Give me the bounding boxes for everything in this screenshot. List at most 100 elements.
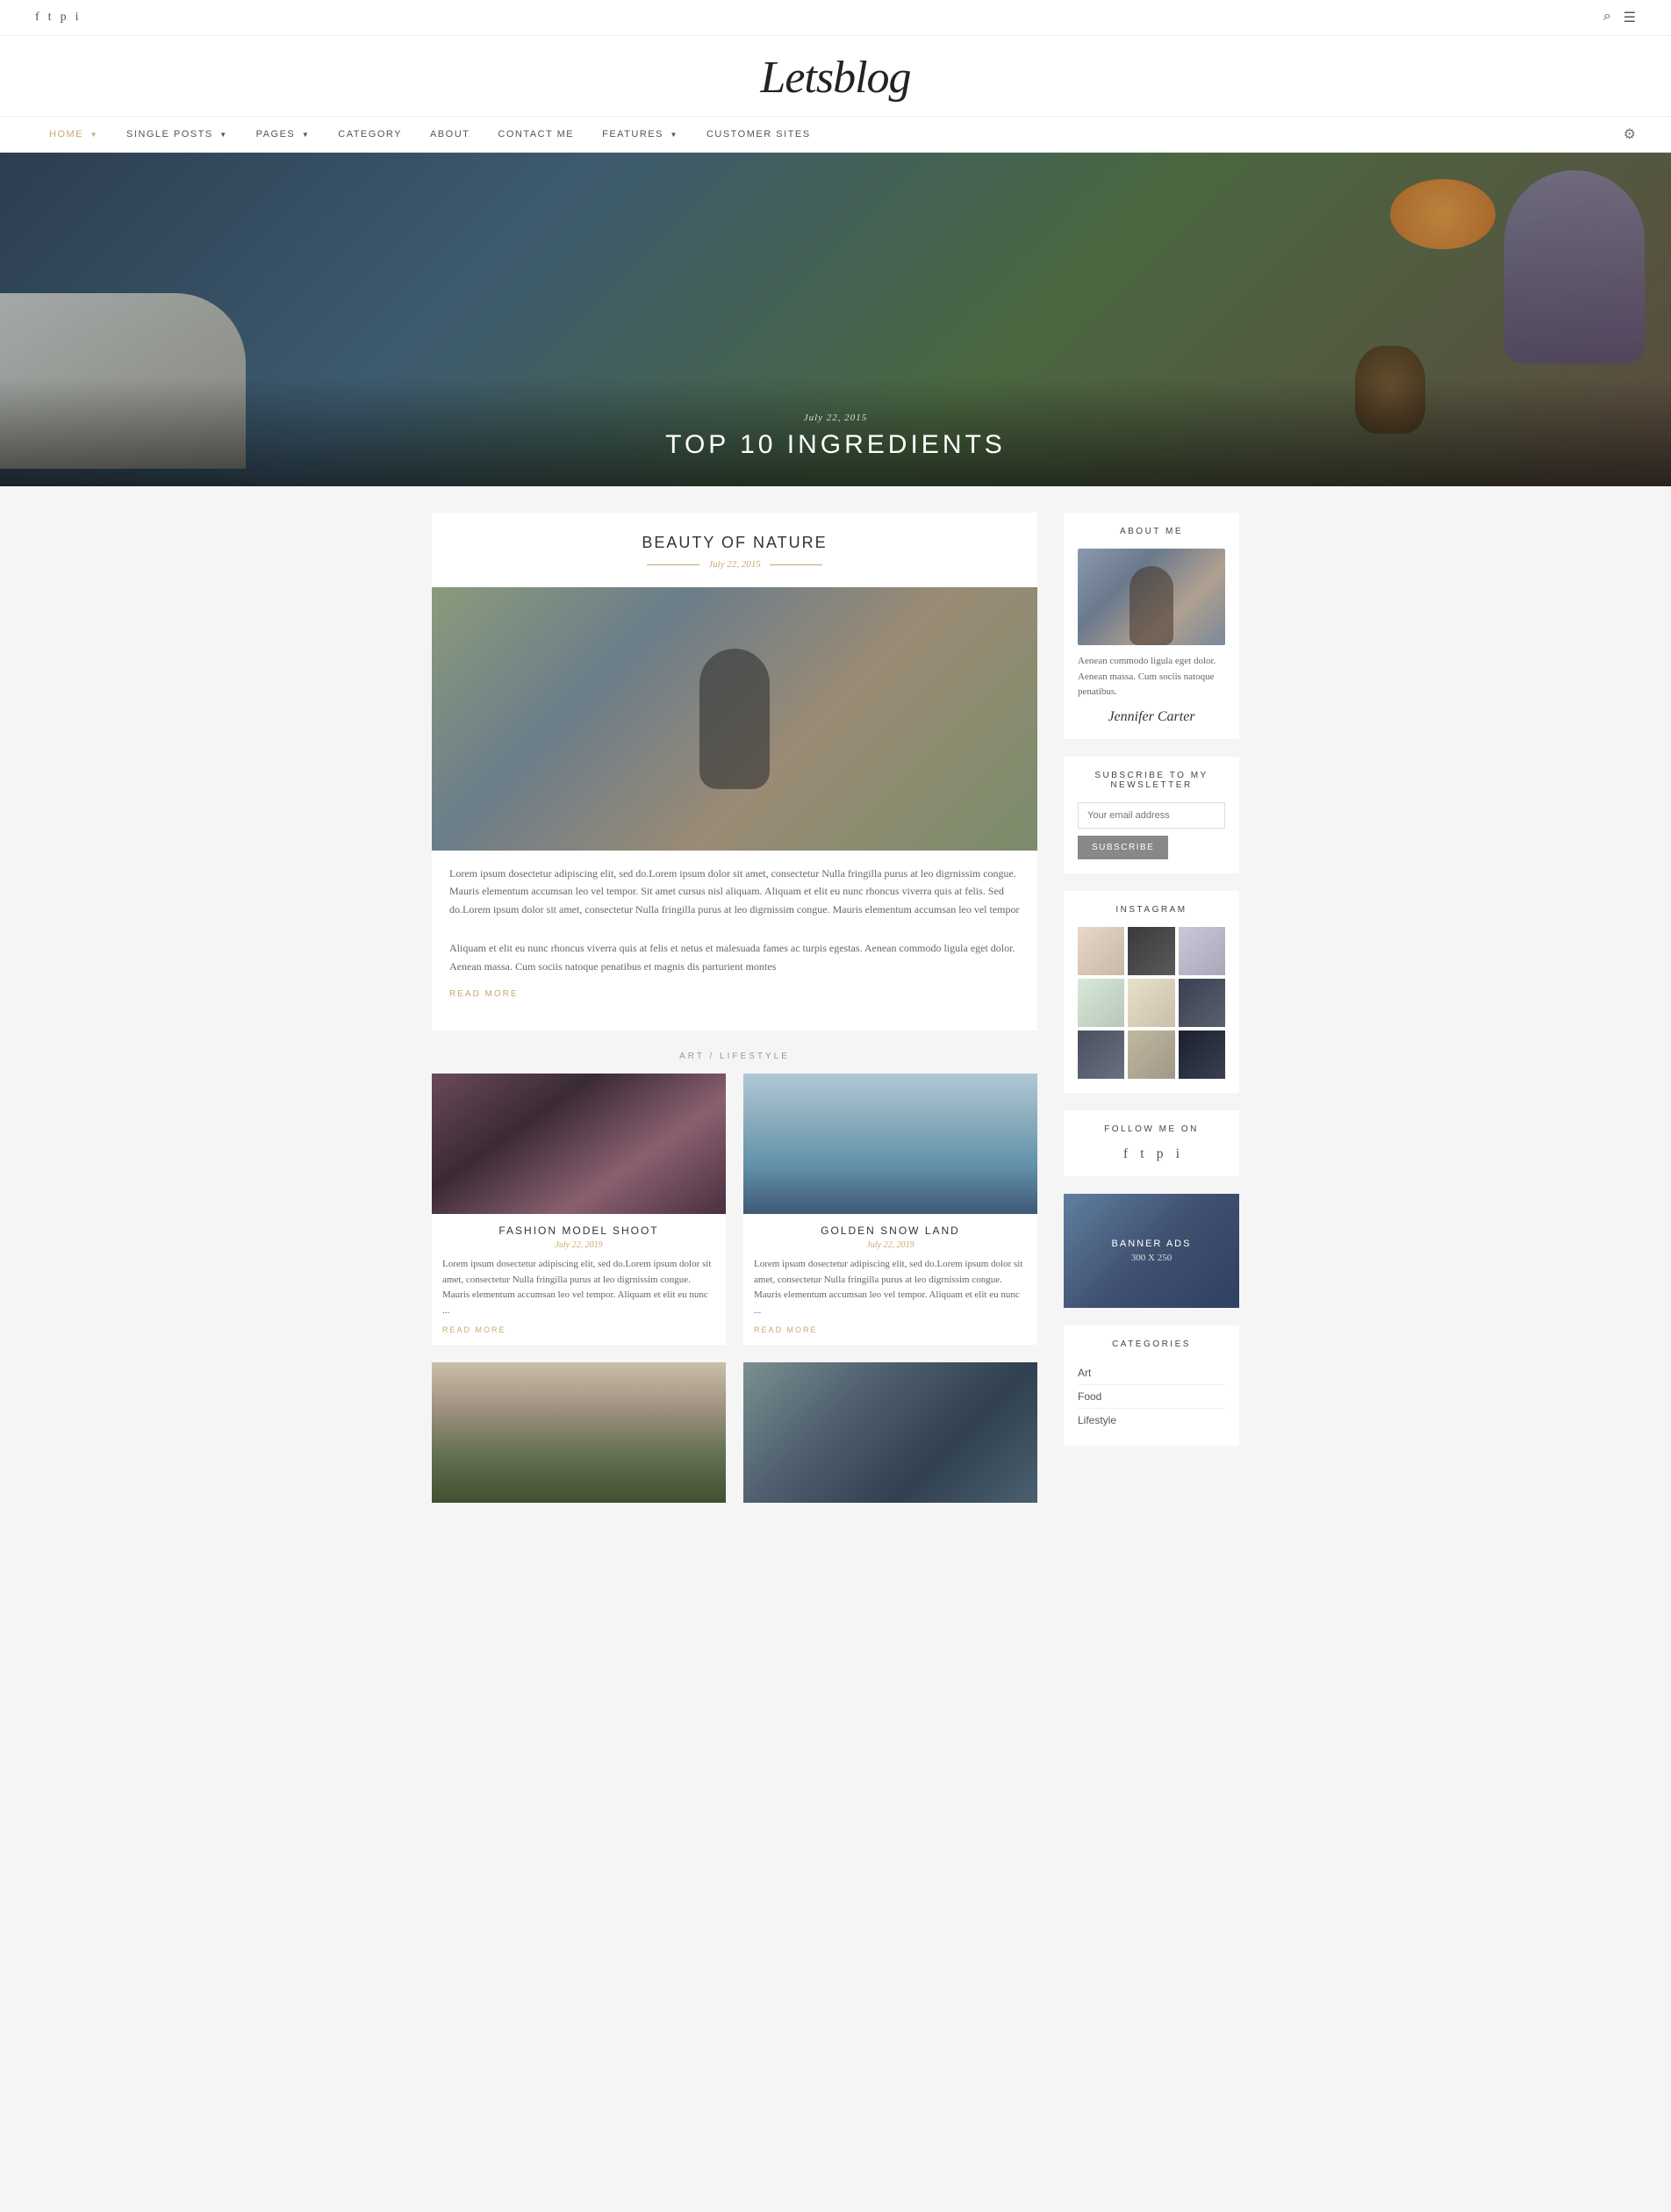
twitter-icon[interactable]: t	[48, 11, 52, 25]
instagram-item-1[interactable]	[1078, 927, 1124, 975]
grid-post-1-title: FASHION MODEL SHOOT	[442, 1224, 715, 1237]
grid-post-2-read-more[interactable]: READ MORE	[754, 1325, 1027, 1334]
hero-date: July 22, 2015	[0, 413, 1671, 423]
facebook-icon[interactable]: f	[35, 11, 39, 25]
follow-instagram[interactable]: i	[1176, 1146, 1180, 1162]
about-text: Aenean commodo ligula eget dolor. Aenean…	[1078, 654, 1225, 700]
about-figure	[1130, 566, 1173, 645]
grid-post-1-content: FASHION MODEL SHOOT July 22, 2019 Lorem …	[432, 1214, 726, 1345]
featured-post-excerpt1: Lorem ipsum dosectetur adipiscing elit, …	[432, 851, 1037, 925]
logo-area: Letsblog	[0, 36, 1671, 117]
newsletter-input[interactable]	[1078, 802, 1225, 829]
nav-about[interactable]: ABOUT	[416, 117, 484, 152]
hero-lavender	[1504, 170, 1645, 363]
top-bar: f t p i ⌕ ☰	[0, 0, 1671, 36]
about-title: ABOUT ME	[1078, 527, 1225, 536]
left-column: BEAUTY OF NATURE July 22, 2015 Lorem ips…	[432, 513, 1037, 1503]
grid-post-1: FASHION MODEL SHOOT July 22, 2019 Lorem …	[432, 1074, 726, 1345]
settings-icon[interactable]: ⚙	[1624, 126, 1636, 143]
subscribe-button[interactable]: SUBSCRIBE	[1078, 836, 1168, 859]
featured-post: BEAUTY OF NATURE July 22, 2015 Lorem ips…	[432, 513, 1037, 1031]
instagram-icon[interactable]: i	[75, 11, 79, 25]
grid-post-1-image	[432, 1074, 726, 1214]
nav-contact[interactable]: CONTACT ME	[484, 117, 588, 152]
category-food[interactable]: Food	[1078, 1385, 1225, 1409]
grid-post-2-excerpt: Lorem ipsum dosectetur adipiscing elit, …	[754, 1257, 1027, 1318]
social-icons: f t p i	[35, 11, 78, 25]
features-arrow: ▼	[671, 131, 678, 139]
search-icon[interactable]: ⌕	[1603, 9, 1611, 26]
posts-grid: FASHION MODEL SHOOT July 22, 2019 Lorem …	[432, 1074, 1037, 1345]
follow-facebook[interactable]: f	[1123, 1146, 1128, 1162]
hero-section: July 22, 2015 TOP 10 INGREDIENTS	[0, 153, 1671, 486]
about-widget: ABOUT ME Aenean commodo ligula eget dolo…	[1064, 513, 1239, 739]
single-posts-arrow: ▼	[219, 131, 227, 139]
follow-title: FOLLOW ME ON	[1078, 1124, 1225, 1134]
follow-icons: f t p i	[1078, 1146, 1225, 1162]
hero-oranges	[1390, 179, 1495, 249]
pinterest-icon[interactable]: p	[61, 11, 67, 25]
grid-post-4	[743, 1362, 1037, 1503]
grid-post-4-image	[743, 1362, 1037, 1503]
about-image	[1078, 549, 1225, 645]
newsletter-title: SUBSCRIBE TO MY NEWSLETTER	[1078, 771, 1225, 790]
nav-items: HOME ▼ SINGLE POSTS ▼ PAGES ▼ CATEGORY A…	[35, 117, 825, 152]
instagram-item-8[interactable]	[1128, 1031, 1174, 1079]
newsletter-widget: SUBSCRIBE TO MY NEWSLETTER SUBSCRIBE	[1064, 757, 1239, 873]
nav-customer-sites[interactable]: CUSTOMER SITES	[692, 117, 825, 152]
instagram-title: INSTAGRAM	[1078, 905, 1225, 915]
grid-post-2: GOLDEN SNOW LAND July 22, 2019 Lorem ips…	[743, 1074, 1037, 1345]
post-title-area: BEAUTY OF NATURE July 22, 2015	[432, 513, 1037, 587]
hero-title[interactable]: TOP 10 INGREDIENTS	[0, 430, 1671, 460]
categories-widget: CATEGORIES Art Food Lifestyle	[1064, 1325, 1239, 1446]
nav-bar: HOME ▼ SINGLE POSTS ▼ PAGES ▼ CATEGORY A…	[0, 117, 1671, 153]
categories-title: CATEGORIES	[1078, 1339, 1225, 1349]
grid-post-1-excerpt: Lorem ipsum dosectetur adipiscing elit, …	[442, 1257, 715, 1318]
nav-home[interactable]: HOME ▼	[35, 117, 112, 152]
hero-overlay: July 22, 2015 TOP 10 INGREDIENTS	[0, 377, 1671, 486]
nav-features[interactable]: FEATURES ▼	[588, 117, 692, 152]
grid-post-2-content: GOLDEN SNOW LAND July 22, 2019 Lorem ips…	[743, 1214, 1037, 1345]
featured-post-image	[432, 587, 1037, 851]
category-art[interactable]: Art	[1078, 1361, 1225, 1385]
home-arrow: ▼	[90, 131, 98, 139]
category-lifestyle[interactable]: Lifestyle	[1078, 1409, 1225, 1432]
grid-post-3	[432, 1362, 726, 1503]
featured-read-more[interactable]: READ MORE	[449, 989, 519, 999]
follow-pinterest[interactable]: p	[1157, 1146, 1164, 1162]
grid-post-2-image	[743, 1074, 1037, 1214]
instagram-item-7[interactable]	[1078, 1031, 1124, 1079]
banner-widget[interactable]: BANNER ADS 300 X 250	[1064, 1194, 1239, 1308]
posts-grid-bottom	[432, 1362, 1037, 1503]
pages-arrow: ▼	[302, 131, 310, 139]
instagram-item-2[interactable]	[1128, 927, 1174, 975]
follow-widget: FOLLOW ME ON f t p i	[1064, 1110, 1239, 1176]
grid-post-2-title: GOLDEN SNOW LAND	[754, 1224, 1027, 1237]
instagram-item-9[interactable]	[1179, 1031, 1225, 1079]
featured-post-date: July 22, 2015	[708, 559, 761, 570]
section-label: ART / LIFESTYLE	[432, 1052, 1037, 1061]
grid-post-3-image	[432, 1362, 726, 1503]
nav-pages[interactable]: PAGES ▼	[242, 117, 325, 152]
banner-size: 300 X 250	[1131, 1253, 1172, 1263]
banner-text: BANNER ADS	[1112, 1239, 1192, 1249]
grid-post-2-date: July 22, 2019	[754, 1240, 1027, 1250]
header-actions: ⌕ ☰	[1603, 9, 1636, 26]
follow-twitter[interactable]: t	[1140, 1146, 1144, 1162]
site-logo[interactable]: Letsblog	[0, 52, 1671, 104]
featured-post-excerpt2: Aliquam et elit eu nunc rhoncus viverra …	[432, 925, 1037, 982]
nav-single-posts[interactable]: SINGLE POSTS ▼	[112, 117, 242, 152]
menu-icon[interactable]: ☰	[1624, 9, 1636, 26]
instagram-item-4[interactable]	[1078, 979, 1124, 1027]
grid-post-1-date: July 22, 2019	[442, 1240, 715, 1250]
instagram-item-3[interactable]	[1179, 927, 1225, 975]
about-signature: Jennifer Carter	[1078, 709, 1225, 725]
instagram-item-5[interactable]	[1128, 979, 1174, 1027]
title-divider: July 22, 2015	[449, 559, 1020, 570]
nav-category[interactable]: CATEGORY	[324, 117, 416, 152]
instagram-grid	[1078, 927, 1225, 1079]
grid-post-1-read-more[interactable]: READ MORE	[442, 1325, 715, 1334]
featured-post-title: BEAUTY OF NATURE	[449, 534, 1020, 552]
figure-silhouette	[699, 649, 770, 789]
instagram-item-6[interactable]	[1179, 979, 1225, 1027]
